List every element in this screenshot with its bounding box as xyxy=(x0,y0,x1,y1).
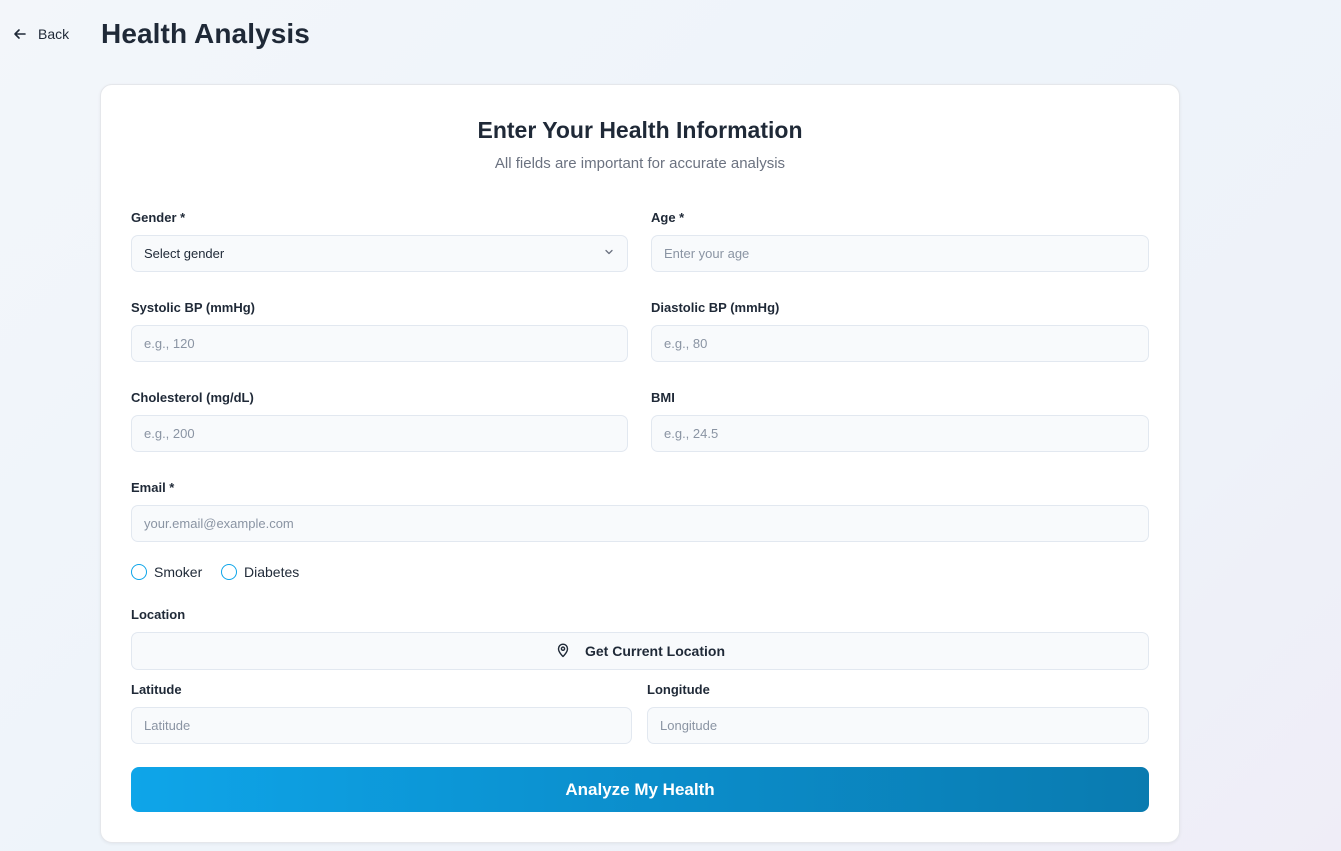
get-location-label: Get Current Location xyxy=(584,643,725,659)
latitude-input[interactable] xyxy=(131,707,632,744)
gender-select-value: Select gender xyxy=(144,246,225,261)
smoker-label: Smoker xyxy=(154,564,203,580)
systolic-label: Systolic BP (mmHg) xyxy=(131,300,256,315)
back-label: Back xyxy=(38,26,70,42)
age-input[interactable] xyxy=(651,235,1149,272)
smoker-toggle[interactable]: Smoker xyxy=(131,564,202,580)
cholesterol-label: Cholesterol (mg/dL) xyxy=(131,390,254,405)
age-label: Age * xyxy=(651,210,685,225)
gender-label: Gender * xyxy=(131,210,186,225)
cholesterol-input[interactable] xyxy=(131,415,628,452)
email-label: Email * xyxy=(131,480,175,495)
diabetes-toggle[interactable]: Diabetes xyxy=(221,564,299,580)
systolic-input[interactable] xyxy=(131,325,628,362)
get-location-button[interactable]: Get Current Location xyxy=(131,632,1149,670)
form-subtitle: All fields are important for accurate an… xyxy=(494,155,786,172)
back-button[interactable]: Back xyxy=(12,24,69,44)
diastolic-label: Diastolic BP (mmHg) xyxy=(651,300,780,315)
diabetes-label: Diabetes xyxy=(244,564,300,580)
analyze-button[interactable]: Analyze My Health xyxy=(131,767,1149,812)
map-pin-icon xyxy=(555,642,571,661)
form-title: Enter Your Health Information xyxy=(477,117,803,143)
chevron-down-icon xyxy=(603,246,615,261)
location-label: Location xyxy=(131,607,186,622)
diastolic-input[interactable] xyxy=(651,325,1149,362)
bmi-label: BMI xyxy=(651,390,675,405)
arrow-left-icon xyxy=(12,26,28,42)
longitude-label: Longitude xyxy=(647,682,710,697)
email-input[interactable] xyxy=(131,505,1149,542)
latitude-label: Latitude xyxy=(131,682,182,697)
health-form-card: Enter Your Health Information All fields… xyxy=(100,84,1180,843)
longitude-input[interactable] xyxy=(647,707,1149,744)
diabetes-radio[interactable] xyxy=(221,564,237,580)
bmi-input[interactable] xyxy=(651,415,1149,452)
smoker-radio[interactable] xyxy=(131,564,147,580)
page-title: Health Analysis xyxy=(101,18,310,49)
gender-select[interactable]: Select gender xyxy=(131,235,628,272)
